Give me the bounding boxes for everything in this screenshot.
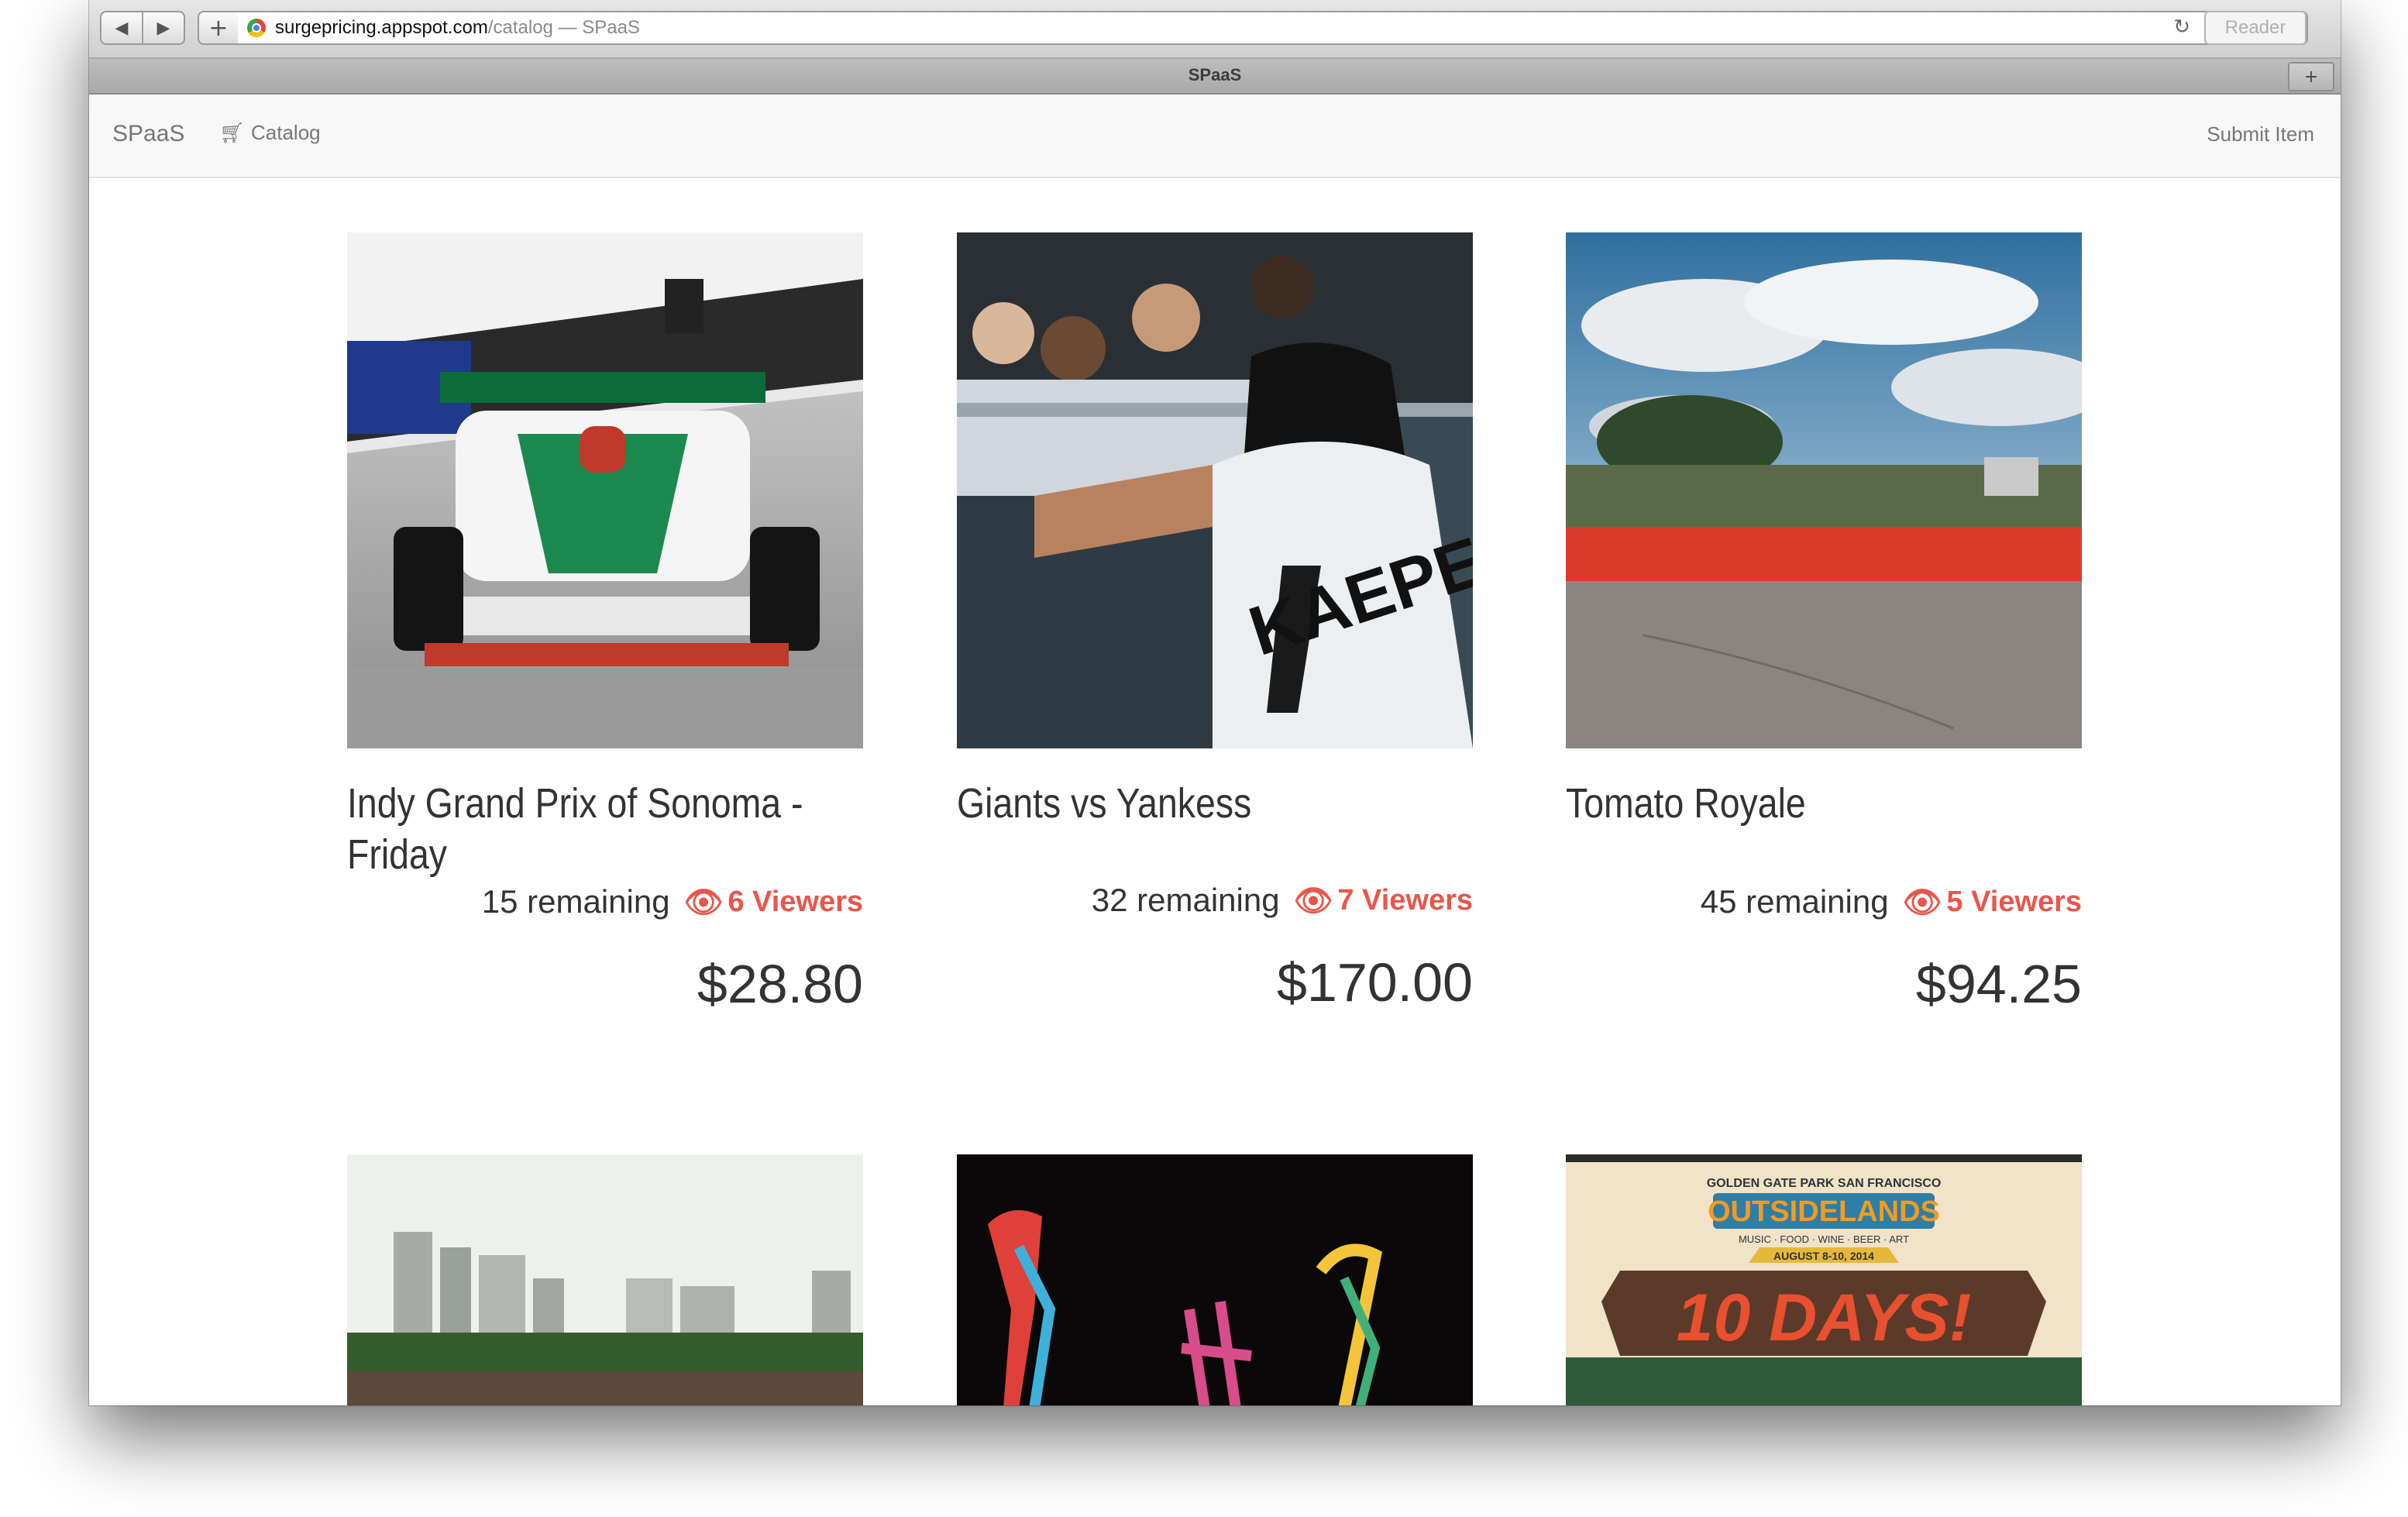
item-price: $170.00	[1276, 952, 1473, 1013]
poster-banner: 10 DAYS!	[1677, 1281, 1972, 1355]
item-image-indy-racecar[interactable]	[347, 232, 863, 748]
nav-catalog-link[interactable]: 🛒︎ Catalog	[219, 121, 321, 145]
new-tab-icon[interactable]: +	[2288, 62, 2334, 91]
poster-logo: OUTSIDELANDS	[1708, 1195, 1940, 1228]
poster-tagline: MUSIC · FOOD · WINE · BEER · ART	[1739, 1233, 1909, 1245]
viewers-badge: 👁︎ 6 Viewers	[684, 884, 863, 920]
item-image-acrobats[interactable]	[957, 1154, 1473, 1405]
remaining-count: 32 remaining	[1091, 882, 1280, 918]
browser-toolbar: ◀ ▶ + surgepricing.appspot.com /catalog …	[89, 0, 2341, 59]
viewers-badge: 👁︎ 7 Viewers	[1294, 882, 1473, 919]
item-image-tomato-field[interactable]	[1566, 232, 2082, 748]
reader-button[interactable]: Reader	[2204, 11, 2307, 45]
eye-icon: 👁︎	[1293, 882, 1333, 919]
poster-header: GOLDEN GATE PARK SAN FRANCISCO	[1707, 1177, 1942, 1190]
catalog-item[interactable]: KAEPE Giants vs Yankess 32 remaining 👁︎ …	[957, 232, 1473, 1013]
item-image-city-skyline[interactable]	[347, 1154, 863, 1405]
item-title[interactable]: Tomato Royale	[1566, 778, 2079, 829]
submit-item-link[interactable]: Submit Item	[2207, 122, 2314, 146]
item-image-giants-player[interactable]: KAEPE	[957, 232, 1473, 748]
item-price: $94.25	[1915, 954, 2082, 1014]
site-favicon-icon	[247, 19, 266, 37]
poster-dates: AUGUST 8-10, 2014	[1773, 1250, 1874, 1262]
brand-link[interactable]: SPaaS	[112, 121, 184, 147]
tab-title[interactable]: SPaaS	[89, 65, 2341, 85]
item-stats: 45 remaining 👁︎ 5 Viewers	[1701, 883, 2082, 920]
catalog-item[interactable]	[347, 1154, 863, 1405]
item-title[interactable]: Giants vs Yankess	[957, 778, 1470, 829]
cart-icon: 🛒︎	[219, 121, 246, 145]
eye-icon: 👁︎	[683, 884, 724, 920]
address-bar[interactable]: surgepricing.appspot.com /catalog — SPaa…	[238, 11, 2308, 45]
viewers-count: 6 Viewers	[728, 885, 863, 918]
item-price: $28.80	[697, 954, 863, 1014]
add-bookmark-icon[interactable]: +	[198, 11, 239, 45]
reload-icon[interactable]: ↻	[2173, 15, 2190, 39]
item-image-outside-lands-poster[interactable]: GOLDEN GATE PARK SAN FRANCISCO OUTSIDELA…	[1566, 1154, 2082, 1405]
nav-catalog-label: Catalog	[251, 121, 321, 144]
viewers-count: 5 Viewers	[1946, 885, 2082, 918]
catalog-item[interactable]	[957, 1154, 1473, 1405]
catalog-item[interactable]: GOLDEN GATE PARK SAN FRANCISCO OUTSIDELA…	[1566, 1154, 2082, 1405]
site-navbar: SPaaS 🛒︎ Catalog Submit Item	[89, 95, 2341, 178]
browser-window: ◀ ▶ + surgepricing.appspot.com /catalog …	[89, 0, 2341, 1405]
viewers-badge: 👁︎ 5 Viewers	[1903, 884, 2082, 920]
eye-icon: 👁︎	[1902, 884, 1942, 920]
item-stats: 15 remaining 👁︎ 6 Viewers	[482, 883, 863, 920]
tab-bar: SPaaS +	[89, 59, 2341, 95]
catalog-item[interactable]: Tomato Royale 45 remaining 👁︎ 5 Viewers …	[1566, 232, 2082, 1014]
back-icon[interactable]: ◀	[101, 12, 143, 43]
viewers-count: 7 Viewers	[1337, 883, 1473, 917]
remaining-count: 45 remaining	[1700, 883, 1889, 920]
forward-icon[interactable]: ▶	[143, 12, 184, 43]
catalog-item[interactable]: Indy Grand Prix of Sonoma - Friday 15 re…	[347, 232, 863, 1014]
item-title[interactable]: Indy Grand Prix of Sonoma - Friday	[347, 778, 860, 880]
url-path: /catalog — SPaaS	[487, 17, 640, 38]
history-buttons: ◀ ▶	[100, 11, 185, 45]
remaining-count: 15 remaining	[481, 883, 670, 920]
item-stats: 32 remaining 👁︎ 7 Viewers	[1092, 882, 1473, 919]
url-host: surgepricing.appspot.com	[275, 17, 488, 38]
